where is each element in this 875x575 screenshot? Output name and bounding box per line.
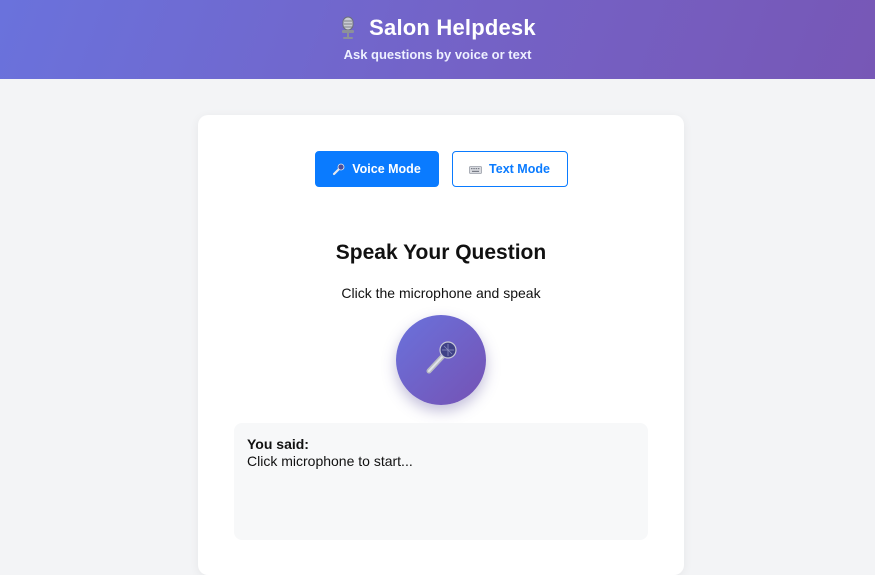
keyboard-icon bbox=[469, 163, 482, 176]
helpdesk-card: Voice Mode Text Mode Speak Your Question… bbox=[198, 115, 684, 575]
transcript-text: Click microphone to start... bbox=[247, 453, 413, 469]
microphone-icon bbox=[332, 163, 345, 176]
microphone-icon bbox=[421, 338, 461, 383]
header-title-row: Salon Helpdesk bbox=[0, 15, 875, 41]
text-mode-label: Text Mode bbox=[489, 162, 550, 176]
mode-switcher: Voice Mode Text Mode bbox=[198, 151, 684, 187]
transcript-box: You said: Click microphone to start... bbox=[234, 423, 648, 540]
transcript-label: You said: bbox=[247, 436, 309, 452]
microphone-button[interactable] bbox=[396, 315, 486, 405]
app-subtitle: Ask questions by voice or text bbox=[343, 47, 532, 62]
voice-mode-label: Voice Mode bbox=[352, 162, 421, 176]
app-title: Salon Helpdesk bbox=[369, 15, 536, 40]
app-header: Salon Helpdesk Ask questions by voice or… bbox=[0, 0, 875, 79]
voice-panel-title: Speak Your Question bbox=[335, 241, 547, 264]
studio-microphone-icon bbox=[339, 16, 357, 40]
voice-mode-button[interactable]: Voice Mode bbox=[314, 151, 439, 187]
voice-panel-instruction: Click the microphone and speak bbox=[341, 285, 541, 301]
text-mode-button[interactable]: Text Mode bbox=[451, 151, 568, 187]
